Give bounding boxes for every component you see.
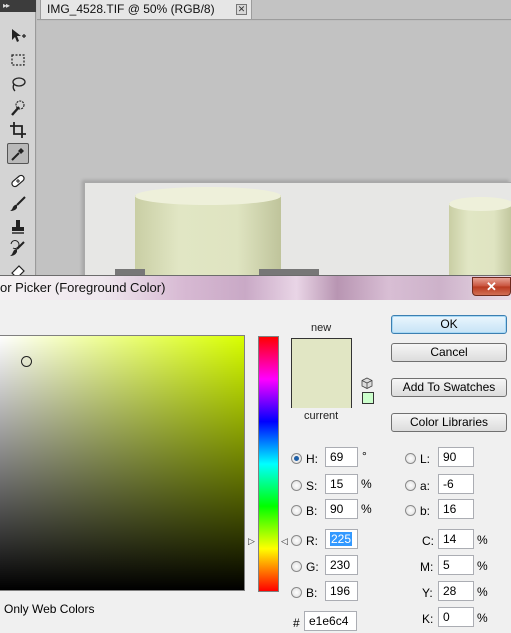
product-cap-top-2: [449, 197, 511, 211]
history-brush-tool-icon[interactable]: [7, 238, 29, 259]
a-channel-label: a:: [420, 479, 431, 493]
yellow-input[interactable]: 28: [438, 581, 474, 601]
cyan-unit: %: [477, 533, 488, 547]
b-channel-radio[interactable]: [405, 505, 416, 516]
hue-unit: °: [362, 449, 367, 463]
black-input[interactable]: 0: [438, 607, 474, 627]
slider-arrow-right-icon[interactable]: ◁: [281, 536, 288, 547]
web-safe-color-swatch[interactable]: [362, 392, 374, 404]
document-tab-title: IMG_4528.TIF @ 50% (RGB/8): [47, 2, 215, 16]
color-libraries-button[interactable]: Color Libraries: [391, 413, 507, 432]
document-tab[interactable]: IMG_4528.TIF @ 50% (RGB/8) ✕: [40, 0, 252, 20]
brightness-unit: %: [361, 502, 372, 516]
current-color-swatch[interactable]: [292, 374, 351, 408]
yellow-label: Y:: [422, 586, 433, 600]
new-color-label: new: [311, 322, 332, 334]
panel-grip[interactable]: ▸▸: [0, 0, 36, 12]
red-label: R:: [306, 534, 318, 548]
red-input-selected-text: 225: [330, 532, 353, 546]
b-channel-input[interactable]: 16: [438, 499, 474, 519]
red-input[interactable]: 225: [325, 529, 358, 549]
blue-input[interactable]: 196: [325, 581, 358, 601]
saturation-input[interactable]: 15: [325, 474, 358, 494]
move-tool-icon[interactable]: [7, 25, 29, 46]
magenta-input[interactable]: 5: [438, 555, 474, 575]
product-cap-top: [135, 187, 281, 205]
brightness-label: B:: [306, 504, 318, 518]
saturation-radio[interactable]: [291, 480, 302, 491]
lightness-input[interactable]: 90: [438, 447, 474, 467]
lasso-tool-icon[interactable]: [7, 73, 29, 94]
new-color-swatch: [292, 339, 351, 374]
green-input[interactable]: 230: [325, 555, 358, 575]
out-of-web-gamut-cube-icon[interactable]: [361, 377, 373, 389]
magenta-unit: %: [477, 559, 488, 573]
slider-arrow-left-icon[interactable]: ▷: [248, 536, 255, 547]
tools-panel: ▸▸: [0, 0, 36, 280]
dialog-title: or Picker (Foreground Color): [0, 280, 166, 295]
color-swatch: [291, 338, 352, 408]
ok-button[interactable]: OK: [391, 315, 507, 334]
healing-brush-tool-icon[interactable]: [7, 170, 29, 191]
close-icon[interactable]: ✕: [472, 277, 511, 296]
color-field-marker[interactable]: [21, 356, 32, 367]
add-to-swatches-button[interactable]: Add To Swatches: [391, 378, 507, 397]
brightness-input[interactable]: 90: [325, 499, 358, 519]
red-radio[interactable]: [291, 535, 302, 546]
brightness-radio[interactable]: [291, 505, 302, 516]
hex-label: #: [293, 616, 300, 630]
document-image[interactable]: [84, 182, 511, 282]
product-cap-shape-2: [449, 203, 511, 282]
eyedropper-tool-icon[interactable]: [7, 143, 29, 164]
only-web-colors-checkbox-label[interactable]: Only Web Colors: [4, 602, 94, 616]
brush-tool-icon[interactable]: [7, 193, 29, 214]
dialog-titlebar[interactable]: or Picker (Foreground Color) ✕: [0, 276, 511, 300]
saturation-label: S:: [306, 479, 318, 493]
hex-input[interactable]: e1e6c4: [304, 611, 357, 631]
a-channel-radio[interactable]: [405, 480, 416, 491]
marquee-tool-icon[interactable]: [7, 49, 29, 70]
black-unit: %: [477, 611, 488, 625]
color-field[interactable]: [0, 335, 245, 591]
hue-label: H:: [306, 452, 318, 466]
saturation-unit: %: [361, 477, 372, 491]
lightness-label: L:: [420, 452, 431, 466]
cyan-input[interactable]: 14: [438, 529, 474, 549]
blue-label: B:: [306, 586, 318, 600]
quick-selection-tool-icon[interactable]: [7, 97, 29, 118]
a-channel-input[interactable]: -6: [438, 474, 474, 494]
blue-radio[interactable]: [291, 587, 302, 598]
hue-input[interactable]: 69: [325, 447, 358, 467]
yellow-unit: %: [477, 585, 488, 599]
current-color-label: current: [304, 410, 339, 422]
clone-stamp-tool-icon[interactable]: [7, 216, 29, 237]
magenta-label: M:: [420, 560, 434, 574]
green-label: G:: [306, 560, 319, 574]
crop-tool-icon[interactable]: [7, 119, 29, 140]
cyan-label: C:: [422, 534, 434, 548]
b-channel-label: b:: [420, 504, 431, 518]
close-icon[interactable]: ✕: [236, 4, 247, 15]
cancel-button[interactable]: Cancel: [391, 343, 507, 362]
black-label: K:: [422, 612, 434, 626]
document-tab-bar: IMG_4528.TIF @ 50% (RGB/8) ✕: [37, 0, 511, 20]
canvas-area: [37, 21, 511, 282]
hue-radio[interactable]: [291, 453, 302, 464]
lightness-radio[interactable]: [405, 453, 416, 464]
green-radio[interactable]: [291, 561, 302, 572]
hue-slider[interactable]: [258, 336, 279, 592]
